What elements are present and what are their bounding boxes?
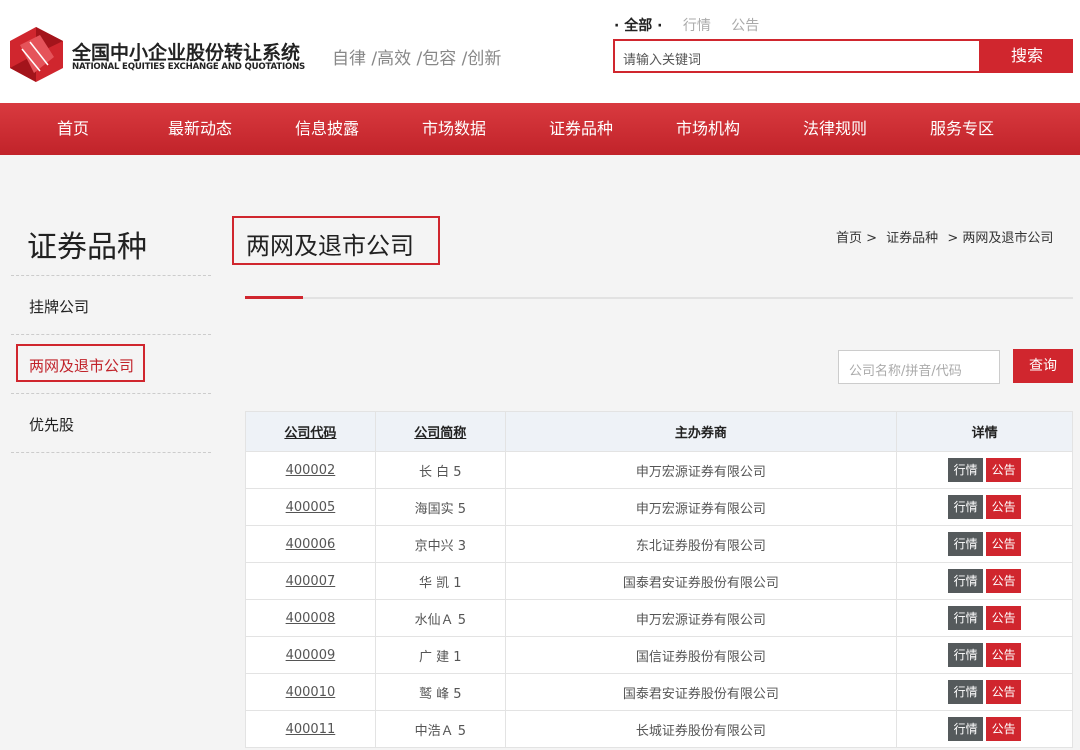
sidebar-title: 证券品种 bbox=[27, 230, 147, 265]
company-broker: 国泰君安证券股份有限公司 bbox=[504, 673, 898, 711]
table-row: 400002 长 白 5 申万宏源证券有限公司 行情 公告 bbox=[245, 451, 1073, 489]
table-row: 400009 广 建 1 国信证券股份有限公司 行情 公告 bbox=[245, 636, 1073, 674]
announcement-button[interactable]: 公告 bbox=[986, 643, 1022, 667]
company-code-link[interactable]: 400009 bbox=[245, 636, 376, 674]
quote-button[interactable]: 行情 bbox=[948, 458, 984, 482]
detail-cell: 行情 公告 bbox=[896, 636, 1073, 674]
announcement-button[interactable]: 公告 bbox=[986, 680, 1022, 704]
detail-cell: 行情 公告 bbox=[896, 488, 1073, 526]
sidebar-item-preferred[interactable]: 优先股 bbox=[29, 414, 74, 435]
company-broker: 国信证券股份有限公司 bbox=[504, 636, 898, 674]
sidebar-item-delisted[interactable]: 两网及退市公司 bbox=[29, 355, 134, 376]
company-code-link[interactable]: 400002 bbox=[245, 451, 376, 489]
table-row: 400010 鹫 峰 5 国泰君安证券股份有限公司 行情 公告 bbox=[245, 673, 1073, 711]
company-broker: 申万宏源证券有限公司 bbox=[504, 488, 898, 526]
table-row: 400008 水仙Ａ 5 申万宏源证券有限公司 行情 公告 bbox=[245, 599, 1073, 637]
nav-rules[interactable]: 法律规则 bbox=[803, 103, 867, 155]
table-row: 400006 京中兴 3 东北证券股份有限公司 行情 公告 bbox=[245, 525, 1073, 563]
detail-cell: 行情 公告 bbox=[896, 525, 1073, 563]
detail-cell: 行情 公告 bbox=[896, 451, 1073, 489]
sidebar-divider bbox=[11, 452, 211, 453]
breadcrumb-current: > 两网及退市公司 bbox=[947, 231, 1054, 246]
announcement-button[interactable]: 公告 bbox=[986, 532, 1022, 556]
quote-button[interactable]: 行情 bbox=[948, 532, 984, 556]
announcement-button[interactable]: 公告 bbox=[986, 717, 1022, 741]
site-header: 全国中小企业股份转让系统 NATIONAL EQUITIES EXCHANGE … bbox=[0, 0, 1080, 103]
breadcrumb-securities[interactable]: 证券品种 bbox=[886, 231, 938, 246]
nav-market-data[interactable]: 市场数据 bbox=[422, 103, 486, 155]
company-broker: 国泰君安证券股份有限公司 bbox=[504, 562, 898, 600]
nav-services[interactable]: 服务专区 bbox=[930, 103, 994, 155]
logo-cn-text[interactable]: 全国中小企业股份转让系统 bbox=[72, 38, 300, 65]
slogan: 自律 /高效 /包容 /创新 bbox=[332, 49, 502, 69]
sidebar-divider bbox=[11, 393, 211, 394]
query-button[interactable]: 查询 bbox=[1013, 349, 1073, 383]
nav-disclosure[interactable]: 信息披露 bbox=[295, 103, 359, 155]
quote-button[interactable]: 行情 bbox=[948, 606, 984, 630]
company-name: 海国实 5 bbox=[374, 488, 506, 526]
announcement-button[interactable]: 公告 bbox=[986, 495, 1022, 519]
company-code-link[interactable]: 400007 bbox=[245, 562, 376, 600]
company-broker: 长城证券股份有限公司 bbox=[504, 710, 898, 748]
scope-tab-quotes[interactable]: 行情 bbox=[683, 18, 711, 34]
table-row: 400011 中浩Ａ 5 长城证券股份有限公司 行情 公告 bbox=[245, 710, 1073, 748]
sidebar-divider bbox=[11, 275, 211, 276]
announcement-button[interactable]: 公告 bbox=[986, 606, 1022, 630]
company-name: 华 凯 1 bbox=[374, 562, 506, 600]
logo-en-text[interactable]: NATIONAL EQUITIES EXCHANGE AND QUOTATION… bbox=[72, 62, 305, 72]
company-broker: 申万宏源证券有限公司 bbox=[504, 599, 898, 637]
nav-home[interactable]: 首页 bbox=[57, 103, 89, 155]
company-name: 中浩Ａ 5 bbox=[374, 710, 506, 748]
announcement-button[interactable]: 公告 bbox=[986, 569, 1022, 593]
nav-securities[interactable]: 证券品种 bbox=[549, 103, 613, 155]
main-nav: 首页 最新动态 信息披露 市场数据 证券品种 市场机构 法律规则 服务专区 bbox=[0, 103, 1080, 155]
company-code-link[interactable]: 400006 bbox=[245, 525, 376, 563]
title-accent-line bbox=[245, 296, 303, 299]
detail-cell: 行情 公告 bbox=[896, 710, 1073, 748]
table-row: 400007 华 凯 1 国泰君安证券股份有限公司 行情 公告 bbox=[245, 562, 1073, 600]
detail-cell: 行情 公告 bbox=[896, 562, 1073, 600]
neeq-logo-icon[interactable] bbox=[10, 27, 63, 82]
breadcrumb-home[interactable]: 首页 > bbox=[836, 231, 877, 246]
company-name: 京中兴 3 bbox=[374, 525, 506, 563]
nav-institutions[interactable]: 市场机构 bbox=[676, 103, 740, 155]
quote-button[interactable]: 行情 bbox=[948, 495, 984, 519]
table-row: 400005 海国实 5 申万宏源证券有限公司 行情 公告 bbox=[245, 488, 1073, 526]
company-name: 长 白 5 bbox=[374, 451, 506, 489]
detail-cell: 行情 公告 bbox=[896, 599, 1073, 637]
title-divider bbox=[245, 297, 1073, 299]
breadcrumb: 首页 > 证券品种 > 两网及退市公司 bbox=[836, 227, 1058, 246]
company-name: 广 建 1 bbox=[374, 636, 506, 674]
page-title: 两网及退市公司 bbox=[246, 232, 414, 260]
column-code[interactable]: 公司代码 bbox=[245, 411, 376, 452]
search-input[interactable]: 请输入关键词 bbox=[613, 39, 981, 73]
detail-cell: 行情 公告 bbox=[896, 673, 1073, 711]
search-scope-tabs: · 全部 · 行情 公告 bbox=[614, 15, 775, 35]
company-code-link[interactable]: 400010 bbox=[245, 673, 376, 711]
company-code-link[interactable]: 400011 bbox=[245, 710, 376, 748]
quote-button[interactable]: 行情 bbox=[948, 569, 984, 593]
delisted-companies-table: 公司代码 公司简称 主办券商 详情 400002 长 白 5 申万宏源证券有限公司行… bbox=[245, 411, 1073, 748]
company-broker: 东北证券股份有限公司 bbox=[504, 525, 898, 563]
company-code-link[interactable]: 400005 bbox=[245, 488, 376, 526]
quote-button[interactable]: 行情 bbox=[948, 717, 984, 741]
company-name: 鹫 峰 5 bbox=[374, 673, 506, 711]
company-filter-input[interactable]: 公司名称/拼音/代码 bbox=[838, 350, 1000, 384]
company-name: 水仙Ａ 5 bbox=[374, 599, 506, 637]
scope-tab-announcements[interactable]: 公告 bbox=[731, 18, 759, 34]
sidebar-item-listed[interactable]: 挂牌公司 bbox=[29, 296, 89, 317]
column-broker: 主办券商 bbox=[504, 411, 898, 452]
announcement-button[interactable]: 公告 bbox=[986, 458, 1022, 482]
column-detail: 详情 bbox=[896, 411, 1073, 452]
company-code-link[interactable]: 400008 bbox=[245, 599, 376, 637]
column-name[interactable]: 公司简称 bbox=[374, 411, 506, 452]
scope-tab-all[interactable]: · 全部 · bbox=[614, 18, 662, 34]
search-button[interactable]: 搜索 bbox=[981, 39, 1073, 73]
sidebar-divider bbox=[11, 334, 211, 335]
quote-button[interactable]: 行情 bbox=[948, 643, 984, 667]
company-broker: 申万宏源证券有限公司 bbox=[504, 451, 898, 489]
quote-button[interactable]: 行情 bbox=[948, 680, 984, 704]
nav-latest-news[interactable]: 最新动态 bbox=[168, 103, 232, 155]
